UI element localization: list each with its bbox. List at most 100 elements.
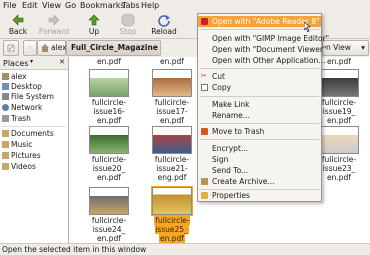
path-back-button[interactable]: ‹: [23, 40, 37, 56]
menu-view[interactable]: View: [42, 1, 61, 10]
pdf-thumbnail: [319, 69, 359, 97]
file-item[interactable]: fullcircle-issue20_ en.pdf: [78, 126, 140, 182]
menu-open-gimp[interactable]: Open with "GIMP Image Editor": [198, 33, 329, 44]
menu-item-label: Open with Other Application...: [212, 56, 326, 65]
menu-send-to[interactable]: Send To...: [198, 165, 321, 176]
chevron-down-icon: ▾: [361, 43, 365, 52]
menu-bookmarks[interactable]: Bookmarks: [80, 1, 125, 10]
menu-item-label: Send To...: [212, 166, 249, 175]
file-item[interactable]: fullcircle-issue16- en.pdf: [78, 69, 140, 125]
menu-item-label: Open with "Document Viewer": [212, 45, 327, 54]
forward-label: Forward: [38, 27, 70, 36]
sidebar-item-label: Trash: [11, 114, 31, 123]
back-button[interactable]: Back: [0, 12, 36, 38]
scissors-icon: ✂: [201, 72, 207, 80]
menu-rename[interactable]: Rename...: [198, 110, 321, 121]
menu-create-archive[interactable]: Create Archive...: [198, 176, 321, 187]
file-item-partial[interactable]: en.pdf: [141, 57, 203, 66]
home-icon: [2, 73, 9, 80]
copy-icon: [201, 84, 208, 91]
menu-open-adobe-reader[interactable]: Open with "Adobe Reader 8": [198, 16, 321, 27]
up-button[interactable]: Up: [76, 12, 112, 38]
menu-open-other-application[interactable]: Open with Other Application...: [198, 55, 325, 66]
places-header[interactable]: Places ▾ ✕: [0, 57, 68, 70]
home-folder-icon: [41, 44, 49, 52]
pdf-thumbnail: [89, 126, 129, 154]
file-item[interactable]: fullcircle-issue17- en.pdf: [141, 69, 203, 125]
menu-move-to-trash[interactable]: Move to Trash: [198, 126, 321, 137]
menu-properties[interactable]: Properties: [198, 190, 321, 201]
pdf-thumbnail: [152, 126, 192, 154]
menu-go[interactable]: Go: [65, 1, 76, 10]
chevron-left-icon: ‹: [28, 43, 32, 52]
menu-file[interactable]: File: [3, 1, 16, 10]
sidebar-item-label: Pictures: [11, 151, 41, 160]
file-item[interactable]: fullcircle-issue24_ en.pdf: [78, 187, 140, 243]
file-name: en.pdf: [160, 57, 184, 66]
status-text: Open the selected item in this window: [2, 245, 147, 254]
stop-icon: [121, 13, 135, 27]
status-bar: Open the selected item in this window: [0, 243, 370, 255]
sidebar-item-desktop[interactable]: Desktop: [2, 82, 42, 92]
file-item[interactable]: fullcircle-issue21- eng.pdf: [141, 126, 203, 182]
menu-encrypt[interactable]: Encrypt...: [198, 143, 321, 154]
menu-edit[interactable]: Edit: [22, 1, 38, 10]
menubar: File Edit View Go Bookmarks Tabs Help: [0, 0, 370, 12]
pdf-thumbnail: [319, 126, 359, 154]
sidebar-item-label: Music: [11, 140, 33, 149]
menu-cut[interactable]: ✂ Cut: [198, 71, 321, 82]
network-icon: [2, 104, 9, 111]
menu-separator: [200, 139, 319, 140]
back-arrow-icon: [12, 14, 24, 26]
archive-icon: [201, 178, 208, 185]
sidebar-item-pictures[interactable]: Pictures: [2, 151, 41, 161]
path-user-label: alex: [51, 43, 67, 52]
folder-icon: [2, 163, 9, 170]
folder-icon: [2, 130, 9, 137]
sidebar-item-music[interactable]: Music: [2, 140, 32, 150]
file-item-selected[interactable]: fullcircle-issue25_ en.pdf: [141, 186, 203, 243]
menu-make-link[interactable]: Make Link: [198, 99, 321, 110]
menu-item-label: Rename...: [212, 111, 250, 120]
adobe-reader-icon: [201, 18, 208, 25]
reload-icon: [158, 15, 170, 27]
file-name: fullcircle-issue17- en.pdf: [154, 98, 190, 125]
sidebar-item-alex[interactable]: alex: [2, 72, 27, 82]
menu-copy[interactable]: Copy: [198, 82, 321, 93]
menu-separator: [200, 29, 319, 30]
menu-tabs[interactable]: Tabs: [122, 1, 140, 10]
pdf-thumbnail: [151, 186, 193, 216]
path-folder-label: Full_Circle_Magazine: [71, 43, 158, 52]
path-button-home[interactable]: alex: [37, 40, 67, 56]
path-button-current[interactable]: Full_Circle_Magazine: [66, 40, 161, 56]
sidebar-item-documents[interactable]: Documents: [2, 129, 54, 139]
file-name: fullcircle-issue21- eng.pdf: [154, 155, 190, 182]
file-item-partial[interactable]: en.pdf: [78, 57, 140, 66]
reload-button[interactable]: Reload: [146, 12, 182, 38]
file-name: fullcircle-issue25_ en.pdf: [154, 216, 190, 243]
sidebar-item-label: Network: [11, 103, 43, 112]
menu-separator: [200, 96, 319, 97]
sidebar-divider: [2, 126, 66, 127]
sidebar: Places ▾ ✕ alex Desktop File System Netw…: [0, 57, 69, 243]
up-label: Up: [88, 27, 100, 36]
sidebar-item-videos[interactable]: Videos: [2, 162, 36, 172]
stop-label: Stop: [119, 27, 137, 36]
sidebar-item-network[interactable]: Network: [2, 103, 42, 113]
forward-arrow-icon: [48, 14, 60, 26]
menu-open-document-viewer[interactable]: Open with "Document Viewer": [198, 44, 326, 55]
sidebar-item-trash[interactable]: Trash: [2, 114, 31, 124]
context-menu: Open with "Adobe Reader 8" Open with "GI…: [197, 13, 329, 202]
menu-sign[interactable]: Sign: [198, 154, 321, 165]
edit-location-button[interactable]: [3, 40, 19, 56]
menu-help[interactable]: Help: [141, 1, 159, 10]
harddisk-icon: [2, 93, 9, 100]
trash-icon: [2, 115, 9, 122]
menu-item-label: Sign: [212, 155, 229, 164]
stop-button[interactable]: Stop: [110, 12, 146, 38]
forward-button[interactable]: Forward: [36, 12, 72, 38]
close-icon[interactable]: ✕: [59, 58, 65, 66]
sidebar-item-label: Videos: [11, 162, 36, 171]
sidebar-item-file-system[interactable]: File System: [2, 92, 54, 102]
menu-item-label: Make Link: [212, 100, 250, 109]
